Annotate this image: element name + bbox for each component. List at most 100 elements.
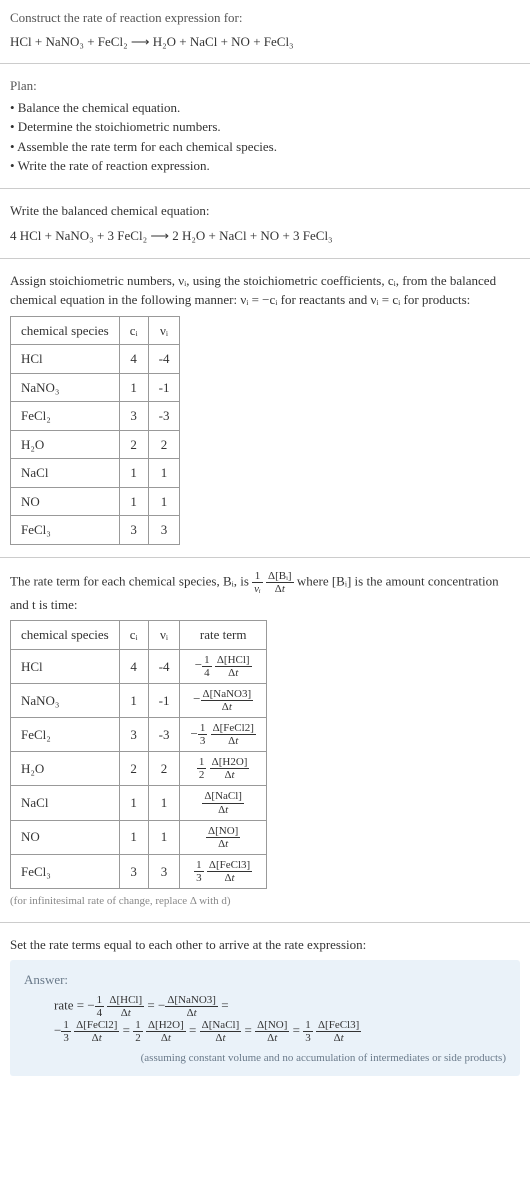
cell: -3 — [148, 402, 180, 431]
plan-item: • Determine the stoichiometric numbers. — [10, 117, 520, 137]
footnote: (for infinitesimal rate of change, repla… — [10, 893, 520, 910]
balanced-section: Write the balanced chemical equation: 4 … — [0, 193, 530, 254]
table-row: H₂O 2 2 12 Δ[H2O]Δt — [11, 752, 267, 786]
col-header: rate term — [180, 621, 266, 650]
cell: FeCl₃ — [11, 854, 120, 888]
cell: 4 — [119, 649, 148, 683]
divider — [0, 188, 530, 189]
cell: NaNO₃ — [11, 683, 120, 717]
cell: 2 — [119, 752, 148, 786]
col-header: chemical species — [11, 621, 120, 650]
cell: -4 — [148, 649, 180, 683]
cell: 3 — [148, 854, 180, 888]
rate-term-cell: Δ[NO]Δt — [180, 820, 266, 854]
table-row: FeCl₃ 3 3 13 Δ[FeCl3]Δt — [11, 854, 267, 888]
rate-term-cell: Δ[NaCl]Δt — [180, 786, 266, 820]
table-row: NaNO₃1-1 — [11, 373, 180, 402]
cell: H₂O — [11, 752, 120, 786]
col-header: νᵢ — [148, 316, 180, 345]
rate-term-cell: −Δ[NaNO3]Δt — [180, 683, 266, 717]
frac-one-over-nu: 1νᵢ — [252, 570, 263, 595]
frac-delta-b: Δ[Bᵢ]Δt — [266, 570, 294, 595]
cell: 1 — [148, 786, 180, 820]
cell: 2 — [148, 430, 180, 459]
table-row: HCl 4 -4 −14 Δ[HCl]Δt — [11, 649, 267, 683]
intro-pre: The rate term for each chemical species,… — [10, 573, 252, 588]
cell: 4 — [119, 345, 148, 374]
set-equal-section: Set the rate terms equal to each other t… — [0, 927, 530, 1095]
cell: 2 — [148, 752, 180, 786]
table-row: NaCl 1 1 Δ[NaCl]Δt — [11, 786, 267, 820]
cell: 1 — [119, 373, 148, 402]
answer-box: Answer: rate = −14 Δ[HCl]Δt = −Δ[NaNO3]Δ… — [10, 960, 520, 1076]
cell: 3 — [119, 718, 148, 752]
divider — [0, 63, 530, 64]
col-header: cᵢ — [119, 316, 148, 345]
table-header-row: chemical species cᵢ νᵢ rate term — [11, 621, 267, 650]
balanced-title: Write the balanced chemical equation: — [10, 201, 520, 221]
assign-section: Assign stoichiometric numbers, νᵢ, using… — [0, 263, 530, 553]
cell: 1 — [148, 487, 180, 516]
cell: 3 — [119, 516, 148, 545]
cell: 3 — [119, 402, 148, 431]
rate-term-intro: The rate term for each chemical species,… — [10, 570, 520, 615]
col-header: cᵢ — [119, 621, 148, 650]
cell: 1 — [148, 820, 180, 854]
plan-section: Plan: • Balance the chemical equation. •… — [0, 68, 530, 184]
cell: FeCl₃ — [11, 516, 120, 545]
stoich-table-2: chemical species cᵢ νᵢ rate term HCl 4 -… — [10, 620, 267, 889]
cell: HCl — [11, 649, 120, 683]
cell: NaCl — [11, 786, 120, 820]
rate-term-cell: 12 Δ[H2O]Δt — [180, 752, 266, 786]
table-row: FeCl₂ 3 -3 −13 Δ[FeCl2]Δt — [11, 718, 267, 752]
cell: -1 — [148, 683, 180, 717]
table-row: FeCl₃33 — [11, 516, 180, 545]
rate-term-section: The rate term for each chemical species,… — [0, 562, 530, 918]
col-header: chemical species — [11, 316, 120, 345]
plan-item: • Assemble the rate term for each chemic… — [10, 137, 520, 157]
divider — [0, 922, 530, 923]
reaction-equation: HCl + NaNO₃ + FeCl₂ ⟶ H₂O + NaCl + NO + … — [10, 32, 520, 52]
cell: -3 — [148, 718, 180, 752]
cell: FeCl₂ — [11, 402, 120, 431]
table-row: HCl4-4 — [11, 345, 180, 374]
assign-text: Assign stoichiometric numbers, νᵢ, using… — [10, 271, 520, 310]
rate-term-cell: 13 Δ[FeCl3]Δt — [180, 854, 266, 888]
cell: -4 — [148, 345, 180, 374]
rate-term-cell: −14 Δ[HCl]Δt — [180, 649, 266, 683]
plan-item: • Balance the chemical equation. — [10, 98, 520, 118]
cell: -1 — [148, 373, 180, 402]
cell: NO — [11, 487, 120, 516]
table-row: NO11 — [11, 487, 180, 516]
balanced-equation: 4 HCl + NaNO₃ + 3 FeCl₂ ⟶ 2 H₂O + NaCl +… — [10, 226, 520, 246]
cell: 1 — [119, 786, 148, 820]
cell: FeCl₂ — [11, 718, 120, 752]
table-row: NaNO₃ 1 -1 −Δ[NaNO3]Δt — [11, 683, 267, 717]
cell: 1 — [119, 487, 148, 516]
table-row: NaCl11 — [11, 459, 180, 488]
cell: NaCl — [11, 459, 120, 488]
answer-note: (assuming constant volume and no accumul… — [24, 1050, 506, 1067]
stoich-table-1: chemical species cᵢ νᵢ HCl4-4 NaNO₃1-1 F… — [10, 316, 180, 545]
cell: 1 — [148, 459, 180, 488]
cell: 1 — [119, 459, 148, 488]
col-header: νᵢ — [148, 621, 180, 650]
table-row: NO 1 1 Δ[NO]Δt — [11, 820, 267, 854]
cell: NO — [11, 820, 120, 854]
answer-label: Answer: — [24, 970, 506, 990]
cell: 2 — [119, 430, 148, 459]
answer-rate-expression: rate = −14 Δ[HCl]Δt = −Δ[NaNO3]Δt = −13 … — [24, 994, 506, 1044]
table-row: FeCl₂3-3 — [11, 402, 180, 431]
prompt-line1: Construct the rate of reaction expressio… — [10, 8, 520, 28]
prompt-section: Construct the rate of reaction expressio… — [0, 0, 530, 59]
plan-title: Plan: — [10, 76, 520, 96]
cell: 1 — [119, 820, 148, 854]
rate-term-cell: −13 Δ[FeCl2]Δt — [180, 718, 266, 752]
divider — [0, 258, 530, 259]
set-equal-text: Set the rate terms equal to each other t… — [10, 935, 520, 955]
divider — [0, 557, 530, 558]
cell: H₂O — [11, 430, 120, 459]
cell: 3 — [119, 854, 148, 888]
cell: 3 — [148, 516, 180, 545]
plan-item: • Write the rate of reaction expression. — [10, 156, 520, 176]
